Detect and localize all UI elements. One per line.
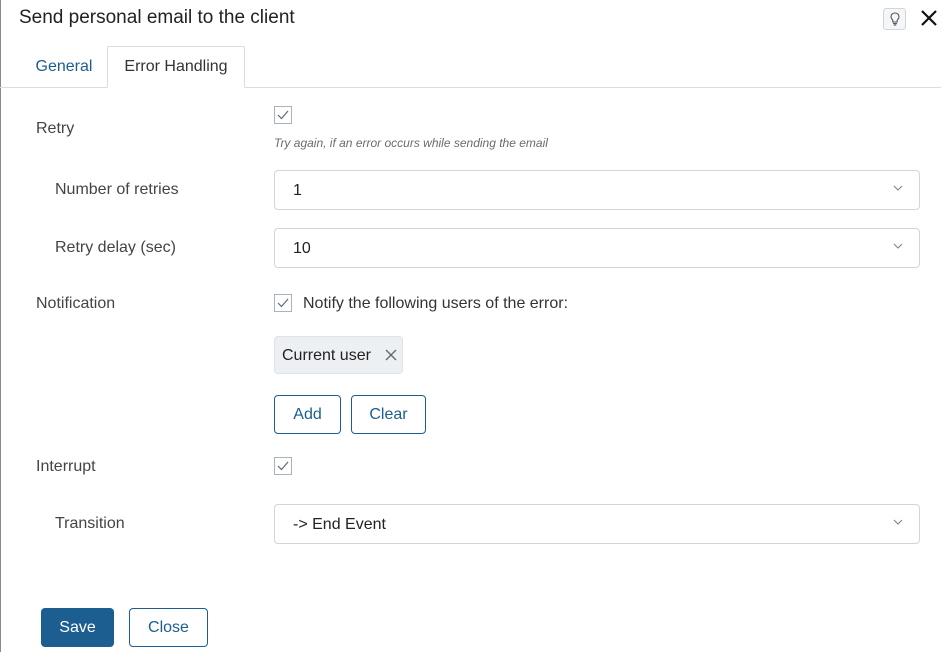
clear-users-button[interactable]: Clear <box>351 395 426 434</box>
chevron-down-icon <box>893 185 903 191</box>
transition-label: Transition <box>55 515 125 532</box>
retry-checkbox[interactable] <box>274 106 292 124</box>
check-icon <box>277 461 289 471</box>
help-button[interactable] <box>883 8 906 30</box>
chevron-down-icon <box>893 243 903 249</box>
interrupt-checkbox[interactable] <box>274 457 292 475</box>
transition-select[interactable]: -> End Event <box>274 504 920 544</box>
check-icon <box>277 110 289 120</box>
check-icon <box>277 298 289 308</box>
number-of-retries-label: Number of retries <box>55 181 179 198</box>
dialog-left-border <box>0 0 1 652</box>
retry-hint: Try again, if an error occurs while send… <box>274 136 548 150</box>
dialog-title: Send personal email to the client <box>19 7 295 28</box>
remove-user-icon[interactable] <box>384 348 398 362</box>
interrupt-label: Interrupt <box>36 458 96 475</box>
retry-label: Retry <box>36 120 75 137</box>
user-chip: Current user <box>274 336 403 374</box>
transition-value: -> End Event <box>293 516 386 533</box>
notification-checkbox-label: Notify the following users of the error: <box>303 295 569 312</box>
close-button[interactable]: Close <box>129 608 208 647</box>
user-chip-label: Current user <box>282 347 371 364</box>
close-dialog-button[interactable] <box>918 5 940 31</box>
chevron-down-icon <box>893 519 903 525</box>
help-bulb-icon <box>889 12 900 26</box>
retry-delay-select[interactable]: 10 <box>274 228 920 268</box>
notification-checkbox[interactable] <box>274 294 292 312</box>
notification-label: Notification <box>36 295 116 312</box>
tab-error-handling[interactable]: Error Handling <box>107 46 245 88</box>
retry-delay-label: Retry delay (sec) <box>55 239 176 256</box>
add-user-button[interactable]: Add <box>274 395 341 434</box>
save-button[interactable]: Save <box>41 608 114 647</box>
tab-general[interactable]: General <box>22 46 106 87</box>
number-of-retries-value: 1 <box>293 182 302 199</box>
tab-bar: General Error Handling <box>0 46 941 88</box>
close-icon <box>921 10 937 26</box>
retry-delay-value: 10 <box>293 240 311 257</box>
number-of-retries-select[interactable]: 1 <box>274 170 920 210</box>
